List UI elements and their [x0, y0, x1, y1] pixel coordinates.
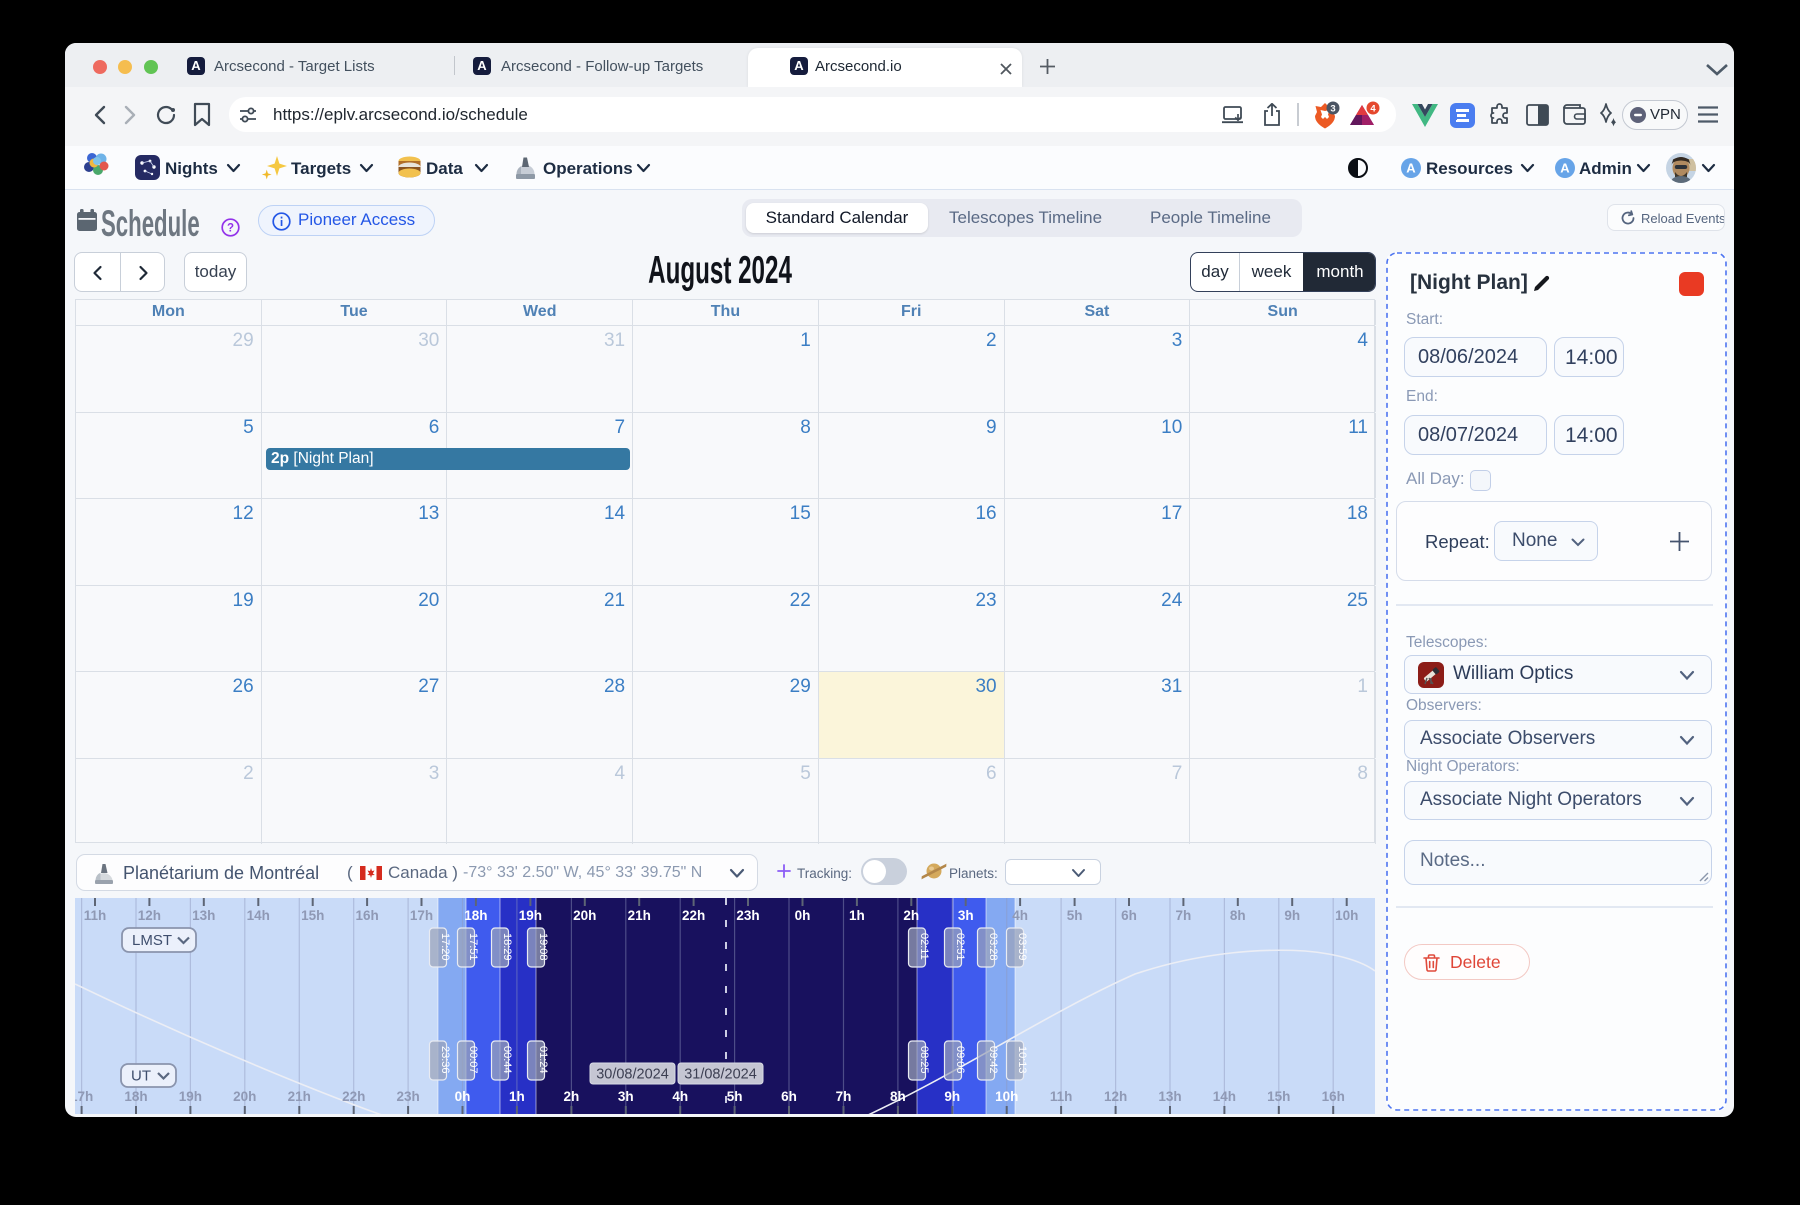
- svg-text:09:42: 09:42: [987, 1046, 999, 1074]
- svg-text:LMST: LMST: [132, 932, 172, 949]
- svg-text:7h: 7h: [836, 1089, 852, 1104]
- svg-text:14h: 14h: [247, 908, 270, 923]
- svg-text:22h: 22h: [342, 1089, 365, 1104]
- svg-text:11h: 11h: [84, 908, 107, 923]
- svg-text:18:29: 18:29: [501, 933, 513, 961]
- svg-text:23h: 23h: [396, 1089, 419, 1104]
- svg-text:5h: 5h: [1067, 908, 1083, 923]
- svg-text:20h: 20h: [233, 1089, 256, 1104]
- svg-text:02:11: 02:11: [918, 933, 930, 960]
- svg-text:02:51: 02:51: [954, 933, 966, 961]
- svg-text:13h: 13h: [1158, 1089, 1181, 1104]
- svg-text:17h: 17h: [75, 1089, 93, 1104]
- svg-text:23h: 23h: [736, 908, 759, 923]
- svg-text:18h: 18h: [124, 1089, 147, 1104]
- svg-text:16h: 16h: [1322, 1089, 1345, 1104]
- svg-text:17:20: 17:20: [439, 933, 451, 961]
- svg-text:7h: 7h: [1176, 908, 1192, 923]
- svg-text:11h: 11h: [1050, 1089, 1073, 1104]
- svg-text:00:44: 00:44: [501, 1046, 513, 1074]
- svg-text:2h: 2h: [564, 1089, 580, 1104]
- svg-text:23:36: 23:36: [439, 1046, 451, 1074]
- svg-text:08:25: 08:25: [918, 1046, 930, 1074]
- svg-text:9h: 9h: [944, 1089, 960, 1104]
- svg-text:09:06: 09:06: [954, 1046, 966, 1074]
- svg-text:15h: 15h: [1267, 1089, 1290, 1104]
- svg-text:12h: 12h: [1104, 1089, 1127, 1104]
- svg-text:10h: 10h: [995, 1089, 1018, 1104]
- svg-text:6h: 6h: [1121, 908, 1137, 923]
- svg-text:00:07: 00:07: [467, 1046, 479, 1074]
- svg-text:6h: 6h: [781, 1089, 797, 1104]
- svg-text:14h: 14h: [1213, 1089, 1236, 1104]
- svg-text:18h: 18h: [464, 908, 487, 923]
- svg-text:19h: 19h: [179, 1089, 202, 1104]
- svg-text:19h: 19h: [519, 908, 542, 923]
- svg-text:17h: 17h: [410, 908, 433, 923]
- svg-text:30/08/2024: 30/08/2024: [596, 1067, 669, 1083]
- svg-text:17:51: 17:51: [467, 933, 479, 961]
- svg-text:0h: 0h: [455, 1089, 471, 1104]
- svg-text:0h: 0h: [795, 908, 811, 923]
- svg-text:15h: 15h: [301, 908, 324, 923]
- svg-text:8h: 8h: [1230, 908, 1246, 923]
- svg-text:03:28: 03:28: [987, 933, 999, 961]
- svg-text:10h: 10h: [1335, 908, 1358, 923]
- svg-text:5h: 5h: [727, 1089, 743, 1104]
- svg-text:19:08: 19:08: [537, 933, 549, 961]
- svg-text:03:59: 03:59: [1016, 933, 1028, 961]
- svg-text:1h: 1h: [509, 1089, 525, 1104]
- svg-text:3h: 3h: [958, 908, 974, 923]
- svg-text:21h: 21h: [628, 908, 651, 923]
- svg-text:2h: 2h: [903, 908, 919, 923]
- svg-text:4h: 4h: [1012, 908, 1028, 923]
- svg-text:21h: 21h: [288, 1089, 311, 1104]
- svg-text:31/08/2024: 31/08/2024: [684, 1067, 757, 1083]
- svg-text:01:24: 01:24: [537, 1046, 549, 1074]
- svg-text:10:13: 10:13: [1016, 1046, 1028, 1074]
- svg-text:4h: 4h: [672, 1089, 688, 1104]
- svg-text:22h: 22h: [682, 908, 705, 923]
- svg-text:9h: 9h: [1284, 908, 1300, 923]
- svg-text:3h: 3h: [618, 1089, 634, 1104]
- svg-text:13h: 13h: [192, 908, 215, 923]
- svg-text:8h: 8h: [890, 1089, 906, 1104]
- svg-text:12h: 12h: [138, 908, 161, 923]
- svg-text:16h: 16h: [355, 908, 378, 923]
- svg-text:UT: UT: [131, 1068, 151, 1085]
- svg-text:20h: 20h: [573, 908, 596, 923]
- svg-text:1h: 1h: [849, 908, 865, 923]
- svg-text:?: ?: [227, 222, 234, 234]
